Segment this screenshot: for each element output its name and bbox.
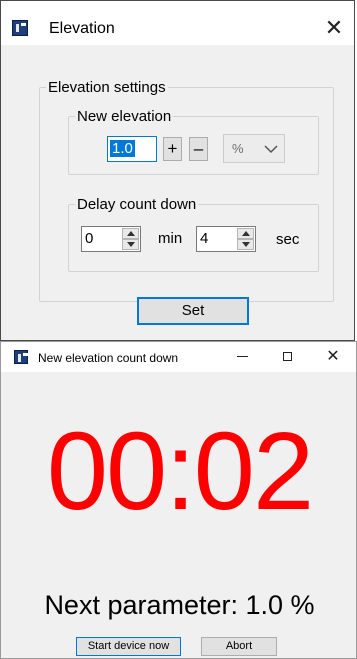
new-elevation-legend: New elevation (77, 108, 172, 125)
close-icon[interactable]: ✕ (320, 15, 348, 41)
app-icon (12, 20, 28, 36)
unit-select[interactable]: % (223, 134, 285, 163)
elevation-settings-legend: Elevation settings (48, 79, 166, 96)
start-device-now-button[interactable]: Start device now (76, 637, 181, 656)
countdown-window-title: New elevation count down (38, 351, 179, 365)
unit-select-value: % (232, 141, 244, 156)
set-button[interactable]: Set (137, 297, 249, 325)
chevron-down-icon (264, 145, 278, 154)
countdown-titlebar[interactable]: New elevation count down ✕ (1, 342, 356, 372)
elevation-titlebar[interactable]: Elevation ✕ (1, 1, 354, 45)
elevation-value-input[interactable]: 1.0 (107, 136, 157, 162)
minutes-up-arrow-icon[interactable] (122, 228, 139, 239)
close-icon[interactable]: ✕ (320, 346, 346, 368)
seconds-label: sec (276, 231, 300, 248)
minutes-spinner[interactable]: 0 (81, 226, 141, 252)
seconds-value: 4 (200, 230, 209, 247)
seconds-spinner[interactable]: 4 (196, 226, 256, 252)
elevation-window-title: Elevation (49, 20, 115, 37)
minutes-down-arrow-icon[interactable] (122, 239, 139, 250)
seconds-down-arrow-icon[interactable] (237, 239, 254, 250)
maximize-icon[interactable] (274, 346, 300, 368)
next-parameter-text: Next parameter: 1.0 % (44, 590, 315, 620)
countdown-display: 00:02 (46, 410, 314, 533)
elevation-window: Elevation ✕ Elevation settings New eleva… (0, 0, 355, 341)
elevation-value-text: 1.0 (110, 140, 135, 157)
increase-button[interactable]: + (163, 137, 182, 161)
minutes-label: min (158, 230, 183, 247)
decrease-button[interactable]: – (189, 137, 208, 161)
seconds-up-arrow-icon[interactable] (237, 228, 254, 239)
delay-count-down-legend: Delay count down (77, 196, 197, 213)
minimize-icon[interactable] (229, 346, 255, 368)
minutes-value: 0 (85, 230, 94, 247)
abort-button[interactable]: Abort (201, 637, 277, 656)
app-icon (14, 350, 28, 364)
countdown-window: New elevation count down ✕ 00:02 Next pa… (0, 341, 357, 659)
